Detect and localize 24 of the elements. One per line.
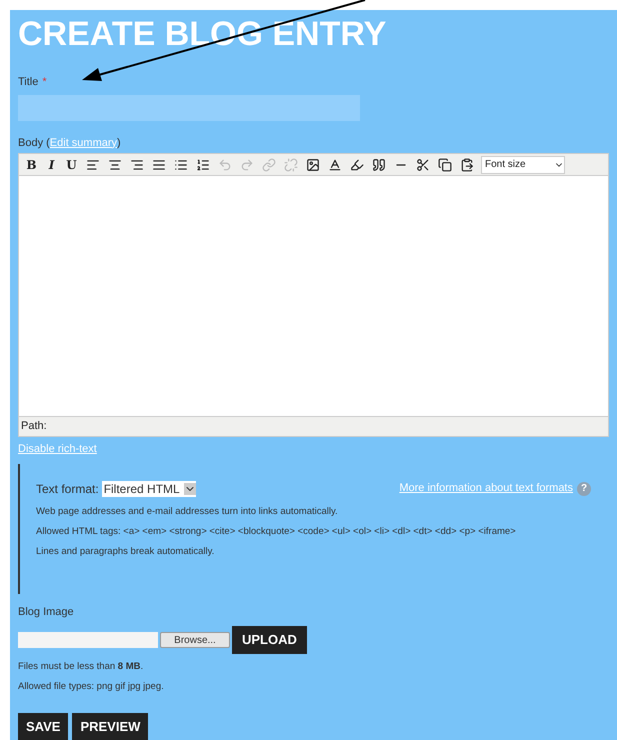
- browse-button[interactable]: Browse...: [160, 632, 230, 648]
- text-format-label: Text format:: [36, 480, 99, 498]
- field-label: ): [117, 136, 121, 150]
- format-button[interactable]: B: [23, 156, 40, 174]
- format-tip: Allowed HTML tags: <a> <em> <strong> <cite> <blockquote> <code> <ul> <ol> <li> <dl> <dt> <dd> <p> <iframe>: [36, 526, 516, 538]
- form-button[interactable]: SAVE: [18, 712, 68, 740]
- format-tip: Web page addresses and e-mail addresses turn into links automatically.: [36, 506, 338, 518]
- text-format-select[interactable]: Filtered HTML: [102, 480, 196, 496]
- file-path-input[interactable]: [18, 632, 158, 648]
- font-size-select[interactable]: Font size: [481, 156, 565, 174]
- format-button[interactable]: I: [43, 156, 60, 174]
- field-label: Body (: [18, 136, 50, 150]
- field-label: Blog Image: [18, 604, 74, 620]
- format-button[interactable]: U: [63, 156, 80, 174]
- path-label: Path:: [21, 419, 47, 434]
- upload-button[interactable]: UPLOAD: [232, 626, 307, 654]
- upload-note: Files must be less than 8 MB.: [18, 660, 144, 674]
- form-button[interactable]: PREVIEW: [72, 712, 148, 740]
- required-mark: *: [42, 75, 47, 90]
- dropdown-icon: [184, 482, 196, 494]
- format-tip: Lines and paragraphs break automatically.: [36, 546, 214, 558]
- field-label: Title: [18, 75, 38, 90]
- title-input[interactable]: [18, 94, 360, 120]
- upload-note: Allowed file types: png gif jpg jpeg.: [18, 680, 164, 694]
